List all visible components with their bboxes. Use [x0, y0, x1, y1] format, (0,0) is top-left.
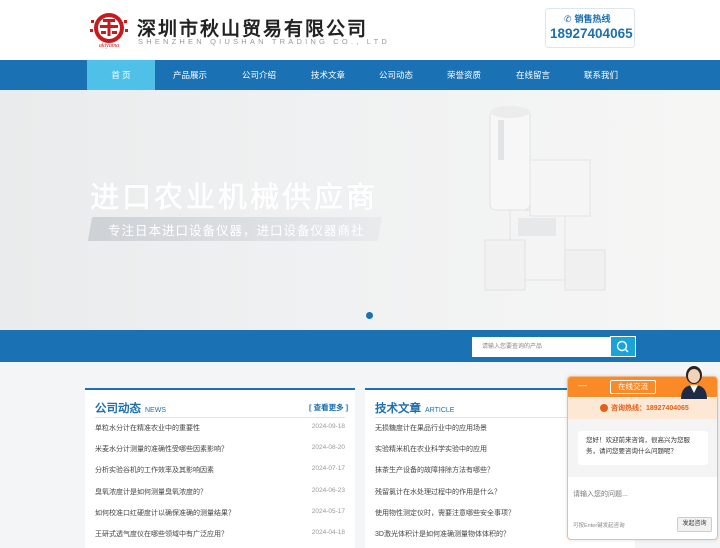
item-date: 2024-09-18 — [311, 423, 345, 430]
search-icon — [616, 340, 629, 353]
hotline-label: 销售热线 — [574, 14, 611, 24]
list-item[interactable]: 米麦水分计测量的准确性受哪些因素影响？ 2024-08-20 — [95, 444, 345, 458]
online-chat-widget: — 在线交流 咨询热线：18927404065 您好！欢迎前来咨询，很高兴为您服… — [567, 376, 718, 540]
chat-hint: 可按Enter键发起咨询 — [573, 523, 625, 529]
view-more-link[interactable]: [ 查看更多 ] — [309, 402, 348, 413]
chat-hotline: 咨询热线：18927404065 — [568, 398, 717, 419]
nav-item-articles[interactable]: 技术文章 — [294, 60, 362, 90]
company-news-panel: 公司动态 NEWS [ 查看更多 ] 单粒水分计在精准农业中的重要性 2024-09… — [85, 388, 355, 548]
item-date: 2024-04-18 — [311, 529, 345, 536]
item-title[interactable]: 残留氯计在水处理过程中的作用是什么？ — [375, 487, 501, 497]
carousel-dot[interactable] — [366, 312, 373, 319]
nav-item-news[interactable]: 公司动态 — [362, 60, 430, 90]
panel-heading: 技术文章 ARTICLE — [375, 399, 454, 415]
logo-text: akiyama — [99, 43, 119, 49]
clock-icon — [600, 404, 608, 413]
search-button[interactable] — [610, 336, 636, 357]
main-nav: 首 页 产品展示 公司介绍 技术文章 公司动态 荣誉资质 在线留言 联系我们 — [0, 60, 720, 90]
item-date: 2024-06-23 — [311, 487, 345, 494]
list-item[interactable]: 单粒水分计在精准农业中的重要性 2024-09-18 — [95, 423, 345, 437]
item-title[interactable]: 单粒水分计在精准农业中的重要性 — [95, 423, 200, 433]
item-title[interactable]: 分析实验谷机的工作效率及其影响因素 — [95, 465, 214, 475]
item-date: 2024-08-20 — [311, 444, 345, 451]
nav-item-honors[interactable]: 荣誉资质 — [430, 60, 498, 90]
panel-title-en: NEWS — [145, 407, 166, 414]
company-name-en: SHENZHEN QIUSHAN TRADING CO., LTD — [138, 37, 391, 46]
chat-messages: 您好！欢迎前来咨询，很高兴为您服务，请问您要咨询什么问题呢？ — [568, 419, 717, 477]
hotline-number: 18927404065 — [550, 26, 633, 41]
hotline-box: ✆ 销售热线 18927404065 — [545, 8, 635, 48]
panel-heading: 公司动态 NEWS — [95, 399, 166, 415]
chat-hotline-text: 咨询热线：18927404065 — [611, 405, 689, 412]
chat-title: 在线交流 — [610, 380, 656, 394]
nav-item-products[interactable]: 产品展示 — [156, 60, 224, 90]
machine-illustration — [484, 106, 606, 291]
list-item[interactable]: 王研式透气度仪在哪些领域中有广泛应用？ 2024-04-18 — [95, 529, 345, 543]
banner-subtitle: 专注日本进口设备仪器，进口设备仪器商社 — [108, 224, 365, 238]
product-search-input[interactable] — [472, 337, 611, 357]
item-title[interactable]: 王研式透气度仪在哪些领域中有广泛应用？ — [95, 529, 228, 539]
nav-item-contact[interactable]: 联系我们 — [567, 60, 635, 90]
list-item[interactable]: 臭氧浓度计是如何测量臭氧浓度的？ 2024-06-23 — [95, 487, 345, 501]
phone-icon: ✆ — [564, 14, 572, 24]
site-header: akiyama 深圳市秋山贸易有限公司 SHENZHEN QIUSHAN TRA… — [0, 0, 720, 60]
item-title[interactable]: 3D激光体积计是如何准确测量物体体积的？ — [375, 529, 510, 539]
list-item[interactable]: 分析实验谷机的工作效率及其影响因素 2024-07-17 — [95, 465, 345, 479]
agent-avatar — [681, 366, 707, 399]
nav-item-message[interactable]: 在线留言 — [499, 60, 567, 90]
nav-item-home[interactable]: 首 页 — [87, 60, 155, 90]
minimize-button[interactable]: — — [578, 380, 587, 390]
hotline-label-row: ✆ 销售热线 — [564, 12, 611, 25]
panel-title: 公司动态 — [95, 403, 141, 415]
item-title[interactable]: 实验精米机在农业科学实验中的应用 — [375, 444, 487, 454]
item-title[interactable]: 使用物性测定仪时，需要注意哪些安全事项？ — [375, 508, 515, 518]
item-title[interactable]: 无损糖度计在果品行业中的应用场景 — [375, 423, 487, 433]
item-title[interactable]: 米麦水分计测量的准确性受哪些因素影响？ — [95, 444, 228, 454]
chat-input[interactable]: 请输入您的问题... — [573, 489, 628, 499]
nav-item-about[interactable]: 公司介绍 — [225, 60, 293, 90]
panel-title-en: ARTICLE — [425, 407, 455, 414]
banner-title: 进口农业机械供应商 — [90, 182, 379, 214]
hero-banner[interactable]: 进口农业机械供应商 专注日本进口设备仪器，进口设备仪器商社 — [0, 90, 720, 330]
item-title[interactable]: 抹茶生产设备的故障排除方法有哪些？ — [375, 465, 494, 475]
panel-title: 技术文章 — [375, 403, 421, 415]
greeting-message: 您好！欢迎前来咨询，很高兴为您服务，请问您要咨询什么问题呢？ — [578, 431, 708, 465]
item-title[interactable]: 臭氧浓度计是如何测量臭氧浓度的？ — [95, 487, 207, 497]
item-title[interactable]: 如何校准口红硬度计以确保准确的测量结果？ — [95, 508, 235, 518]
akiyama-logo[interactable]: akiyama — [86, 11, 132, 49]
divider — [95, 417, 345, 418]
item-date: 2024-05-17 — [311, 508, 345, 515]
send-button[interactable]: 发起咨询 — [677, 517, 712, 532]
item-date: 2024-07-17 — [311, 465, 345, 472]
list-item[interactable]: 如何校准口红硬度计以确保准确的测量结果？ 2024-05-17 — [95, 508, 345, 522]
